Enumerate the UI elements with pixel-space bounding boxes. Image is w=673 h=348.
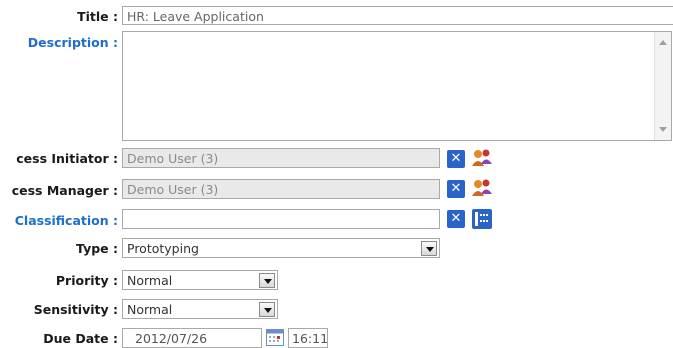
description-textarea[interactable] bbox=[122, 31, 672, 141]
dropdown-arrow-icon[interactable] bbox=[259, 302, 275, 317]
process-manager-input: Demo User (3) bbox=[122, 179, 440, 199]
scroll-down-icon[interactable] bbox=[659, 127, 667, 132]
tree-icon[interactable] bbox=[472, 209, 492, 229]
sensitivity-label: Sensitivity : bbox=[33, 302, 118, 317]
title-input[interactable]: HR: Leave Application bbox=[122, 6, 673, 25]
users-icon[interactable] bbox=[471, 178, 493, 198]
process-initiator-input: Demo User (3) bbox=[122, 148, 440, 168]
description-scrollbar[interactable] bbox=[654, 32, 671, 140]
clear-manager-button[interactable]: ✕ bbox=[447, 180, 465, 198]
due-date-input[interactable]: 2012/07/26 bbox=[122, 328, 262, 348]
priority-value: Normal bbox=[127, 273, 173, 288]
classification-label: Classification : bbox=[14, 213, 118, 228]
title-label: Title : bbox=[77, 9, 118, 24]
due-time-input[interactable]: 16:11 bbox=[288, 328, 328, 348]
calendar-icon[interactable] bbox=[266, 329, 284, 346]
priority-label: Priority : bbox=[55, 273, 118, 288]
clear-initiator-button[interactable]: ✕ bbox=[447, 150, 465, 168]
process-manager-label: cess Manager : bbox=[11, 183, 118, 198]
classification-input[interactable] bbox=[122, 209, 440, 229]
clear-classification-button[interactable]: ✕ bbox=[447, 210, 465, 228]
scroll-up-icon[interactable] bbox=[659, 40, 667, 45]
sensitivity-select[interactable]: Normal bbox=[122, 299, 278, 319]
process-initiator-label: cess Initiator : bbox=[16, 151, 118, 166]
users-icon[interactable] bbox=[471, 148, 493, 168]
sensitivity-value: Normal bbox=[127, 302, 173, 317]
description-label: Description : bbox=[27, 35, 118, 50]
priority-select[interactable]: Normal bbox=[122, 270, 278, 290]
type-value: Prototyping bbox=[127, 241, 199, 256]
type-select[interactable]: Prototyping bbox=[122, 238, 440, 258]
dropdown-arrow-icon[interactable] bbox=[259, 273, 275, 288]
dropdown-arrow-icon[interactable] bbox=[421, 241, 437, 256]
due-date-label: Due Date : bbox=[43, 331, 118, 346]
type-label: Type : bbox=[76, 241, 118, 256]
